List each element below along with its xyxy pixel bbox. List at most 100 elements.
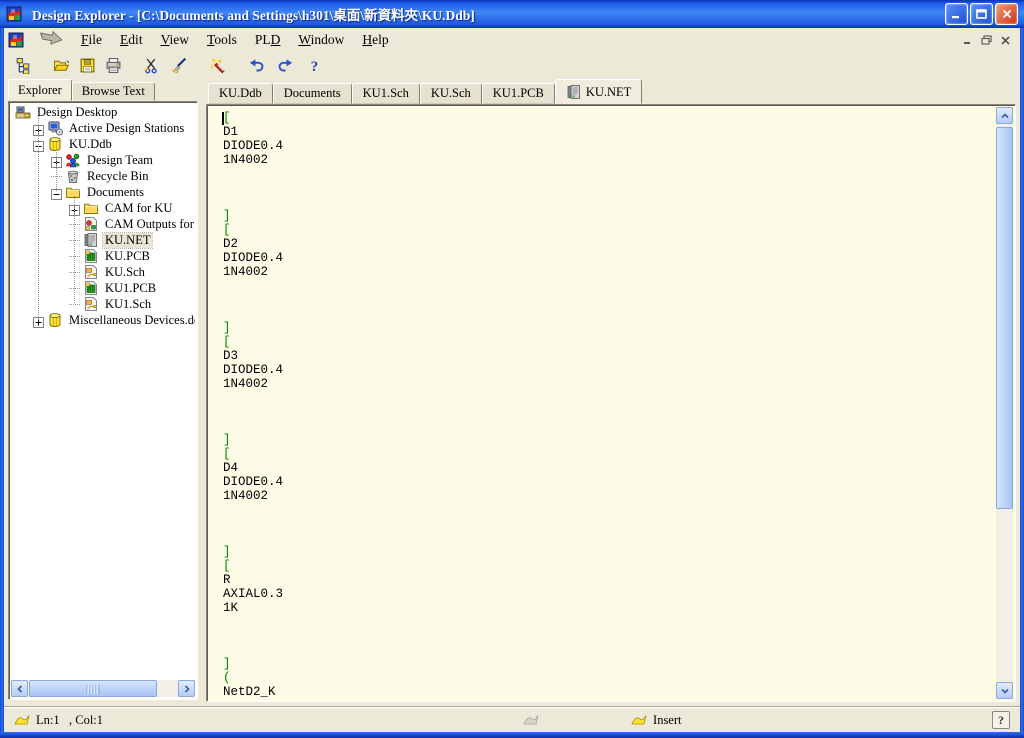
maximize-button[interactable] xyxy=(970,3,993,25)
menu-file[interactable]: File xyxy=(72,30,111,49)
clear-button[interactable] xyxy=(168,54,190,76)
tab-explorer[interactable]: Explorer xyxy=(8,79,72,101)
tree-item-label: KU1.Sch xyxy=(103,297,153,312)
document-tab-label: KU.Sch xyxy=(431,86,471,101)
tree-item-label: KU.PCB xyxy=(103,249,152,264)
team-icon xyxy=(65,152,81,168)
editor-line: AXIAL0.3 xyxy=(223,587,996,601)
menu-items: FileEditViewToolsPLDWindowHelp xyxy=(72,31,398,49)
design-desktop-arrow-icon[interactable] xyxy=(38,30,64,50)
cut-icon xyxy=(143,57,160,74)
save-icon xyxy=(79,57,96,74)
document-tab-ku1-pcb[interactable]: KU1.PCB xyxy=(482,83,555,104)
mdi-restore-button[interactable] xyxy=(978,33,995,48)
editor-line xyxy=(223,517,996,531)
editor-line: [ xyxy=(223,335,996,349)
scrollbar-thumb[interactable] xyxy=(29,680,157,697)
print-button[interactable] xyxy=(102,54,124,76)
document-tab-ku1-sch[interactable]: KU1.Sch xyxy=(352,83,420,104)
help-button[interactable]: ? xyxy=(303,54,325,76)
design-tree[interactable]: Design DesktopActive Design StationsKU.D… xyxy=(11,104,195,678)
cut-button[interactable] xyxy=(140,54,162,76)
tree-item-label: Documents xyxy=(85,185,146,200)
editor-line: DIODE0.4 xyxy=(223,139,996,153)
status-flag-gray-icon xyxy=(523,714,539,726)
window-border xyxy=(0,28,4,738)
editor-line: DIODE0.4 xyxy=(223,363,996,377)
scroll-up-arrow-icon[interactable] xyxy=(996,107,1013,124)
text-editor[interactable]: [D1DIODE0.41N4002 ][D2DIODE0.41N4002 ][D… xyxy=(209,107,996,699)
help-icon: ? xyxy=(306,57,323,74)
menu-tools[interactable]: Tools xyxy=(198,30,246,49)
status-bar: Ln:1 , Col:1 Insert ? xyxy=(4,706,1020,733)
tree-container: Design DesktopActive Design StationsKU.D… xyxy=(8,101,198,700)
document-tab-ku-sch[interactable]: KU.Sch xyxy=(420,83,482,104)
tree-item-label: CAM for KU xyxy=(103,201,174,216)
editor-line: D3 xyxy=(223,349,996,363)
undo-button[interactable] xyxy=(245,54,267,76)
clear-icon xyxy=(171,57,188,74)
editor-container: [D1DIODE0.41N4002 ][D2DIODE0.41N4002 ][D… xyxy=(206,104,1016,702)
editor-line xyxy=(223,293,996,307)
editor-line xyxy=(223,615,996,629)
desktop-icon xyxy=(15,104,31,120)
scrollbar-thumb[interactable] xyxy=(996,127,1013,509)
window-border xyxy=(1020,28,1024,738)
pcb-icon xyxy=(83,280,99,296)
editor-line xyxy=(223,391,996,405)
context-help-icon[interactable]: ? xyxy=(992,711,1010,729)
editor-line xyxy=(223,531,996,545)
editor-line: ] xyxy=(223,209,996,223)
redo-button[interactable] xyxy=(274,54,296,76)
wizard-button[interactable] xyxy=(206,54,228,76)
tree-item-label: Design Desktop xyxy=(35,105,119,120)
open-document-button[interactable] xyxy=(50,54,72,76)
tree-item-label: CAM Outputs for KU xyxy=(103,217,195,232)
editor-line: D1 xyxy=(223,125,996,139)
document-tab-ku-ddb[interactable]: KU.Ddb xyxy=(208,83,273,104)
toolbar: ? xyxy=(4,52,1020,78)
svg-text:?: ? xyxy=(310,58,317,73)
editor-line xyxy=(223,643,996,657)
editor-line xyxy=(223,405,996,419)
menu-help[interactable]: Help xyxy=(353,30,397,49)
open-document-icon xyxy=(53,57,70,74)
cam-icon xyxy=(83,216,99,232)
editor-line: DIODE0.4 xyxy=(223,475,996,489)
editor-vertical-scrollbar[interactable] xyxy=(996,107,1013,699)
editor-line: [ xyxy=(223,111,996,125)
menu-window[interactable]: Window xyxy=(289,30,353,49)
explorer-tabs: ExplorerBrowse Text xyxy=(8,80,155,101)
redo-icon xyxy=(277,57,294,74)
editor-line xyxy=(223,419,996,433)
scroll-left-arrow-icon[interactable] xyxy=(11,680,28,697)
document-tab-label: KU.NET xyxy=(586,85,631,100)
editor-line: D4 xyxy=(223,461,996,475)
tree-horizontal-scrollbar[interactable] xyxy=(11,680,195,697)
save-button[interactable] xyxy=(76,54,98,76)
document-tab-ku-net[interactable]: KU.NET xyxy=(555,79,642,104)
tree-item-label: Recycle Bin xyxy=(85,169,150,184)
document-tab-documents[interactable]: Documents xyxy=(273,83,352,104)
mdi-buttons xyxy=(957,33,1014,48)
explorer-toggle-button[interactable] xyxy=(12,54,34,76)
editor-line: DIODE0.4 xyxy=(223,251,996,265)
text-cursor xyxy=(222,112,224,125)
app-logo-icon xyxy=(6,6,22,22)
tab-browse-text[interactable]: Browse Text xyxy=(72,82,155,101)
scroll-right-arrow-icon[interactable] xyxy=(178,680,195,697)
close-button[interactable] xyxy=(995,3,1018,25)
scroll-down-arrow-icon[interactable] xyxy=(996,682,1013,699)
pcb-icon xyxy=(83,248,99,264)
minimize-button[interactable] xyxy=(945,3,968,25)
editor-line: [ xyxy=(223,559,996,573)
document-panel: KU.DdbDocumentsKU1.Sch KU.Sch KU1.PCB KU.NE… xyxy=(206,80,1016,702)
mdi-close-button[interactable] xyxy=(997,33,1014,48)
status-flag-icon xyxy=(14,714,30,726)
mdi-minimize-button[interactable] xyxy=(959,33,976,48)
tree-item-label: Design Team xyxy=(85,153,155,168)
menu-view[interactable]: View xyxy=(152,30,198,49)
menu-pld[interactable]: PLD xyxy=(246,30,290,49)
tree-item-label: KU.Ddb xyxy=(67,137,114,152)
menu-edit[interactable]: Edit xyxy=(111,30,152,49)
